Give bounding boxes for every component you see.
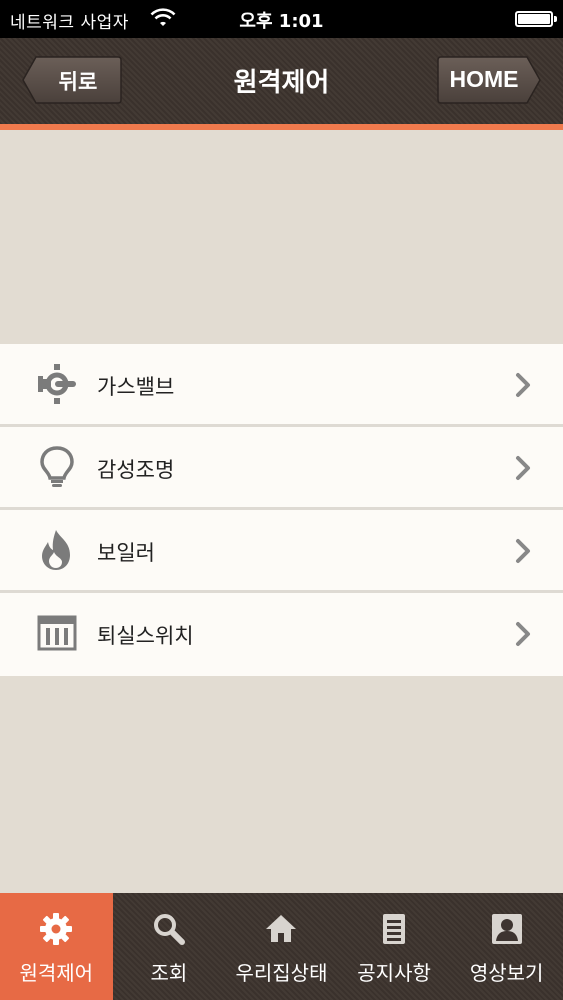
chevron-right-icon <box>516 622 530 646</box>
navigation-bar: 뒤로 원격제어 HOME <box>0 38 563 130</box>
flame-icon <box>42 530 70 570</box>
switch-panel-icon <box>37 615 77 651</box>
status-bar: 네트워크 사업자 오후 1:01 <box>0 0 563 38</box>
tab-label: 우리집상태 <box>235 961 328 985</box>
gas-valve-icon <box>38 364 76 404</box>
clock: 오후 1:01 <box>239 11 324 32</box>
tab-label: 조회 <box>150 961 188 985</box>
menu-item-label: 가스밸브 <box>97 375 175 399</box>
menu-item-mood-lighting[interactable]: 감성조명 <box>0 427 563 510</box>
tab-label: 원격제어 <box>19 961 94 985</box>
control-menu-list: 가스밸브 감성조명 보일러 퇴실스위치 <box>0 344 563 676</box>
tab-label: 공지사항 <box>357 961 431 985</box>
menu-item-label: 보일러 <box>97 541 155 565</box>
person-icon <box>491 914 522 944</box>
menu-item-gas-valve[interactable]: 가스밸브 <box>0 344 563 427</box>
tab-label: 영상보기 <box>469 961 544 985</box>
tab-inquiry[interactable]: 조회 <box>113 893 226 1000</box>
home-button-label: HOME <box>449 66 519 92</box>
home-button[interactable]: HOME <box>437 56 541 104</box>
lightbulb-icon <box>40 446 74 487</box>
tab-video[interactable]: 영상보기 <box>450 893 563 1000</box>
tab-bar: 원격제어 조회 우리집상태 공지사항 영상보기 <box>0 893 563 1000</box>
chevron-right-icon <box>516 456 530 480</box>
chevron-right-icon <box>516 373 530 397</box>
document-icon <box>383 914 406 944</box>
battery-tip <box>554 16 557 22</box>
menu-item-label: 퇴실스위치 <box>97 624 194 648</box>
search-icon <box>153 914 185 945</box>
chevron-right-icon <box>516 539 530 563</box>
battery-icon <box>515 11 553 27</box>
gear-icon <box>40 913 73 945</box>
home-icon <box>266 915 297 942</box>
tab-remote-control[interactable]: 원격제어 <box>0 893 113 1000</box>
tab-notices[interactable]: 공지사항 <box>338 893 451 1000</box>
menu-item-boiler[interactable]: 보일러 <box>0 510 563 593</box>
menu-item-label: 감성조명 <box>97 458 175 482</box>
menu-item-checkout-switch[interactable]: 퇴실스위치 <box>0 593 563 676</box>
tab-home-status[interactable]: 우리집상태 <box>225 893 338 1000</box>
